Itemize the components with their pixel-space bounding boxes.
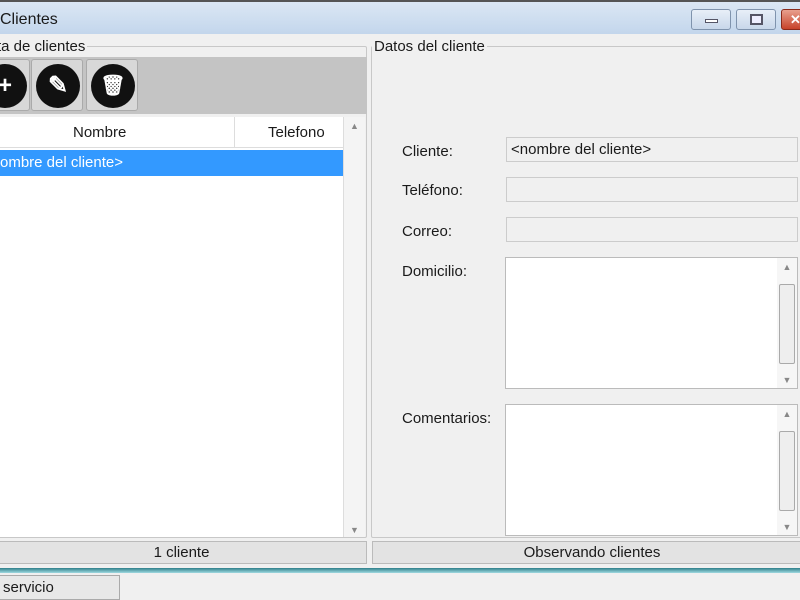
add-icon: + (0, 64, 27, 108)
maximize-button[interactable] (736, 9, 776, 30)
divider (0, 568, 800, 573)
minimize-icon (705, 19, 718, 23)
cliente-label: Cliente: (402, 143, 453, 160)
title-bar: Clientes ✕ (0, 0, 800, 34)
cell-nombre: ombre del cliente> (0, 154, 123, 171)
close-button[interactable]: ✕ (781, 9, 800, 30)
correo-field[interactable] (506, 217, 798, 242)
column-header-nombre[interactable]: Nombre (73, 124, 126, 141)
scroll-down-icon[interactable]: ▼ (344, 525, 365, 535)
edit-icon: ✎ (36, 64, 80, 108)
close-icon: ✕ (790, 12, 800, 27)
table-scrollbar[interactable]: ▲ ▼ (343, 117, 365, 537)
telefono-label: Teléfono: (402, 182, 463, 199)
maximize-icon (750, 14, 763, 25)
correo-label: Correo: (402, 223, 453, 240)
edit-button[interactable]: ✎ (31, 59, 83, 111)
column-header-telefono[interactable]: Telefono (268, 124, 325, 141)
scroll-up-icon[interactable]: ▲ (344, 121, 365, 131)
delete-button[interactable]: 🗑 (86, 59, 138, 111)
client-table: Nombre Telefono ombre del cliente> (0, 117, 343, 537)
table-header: Nombre Telefono (0, 117, 343, 148)
taskbar-item[interactable]: servicio (0, 575, 120, 600)
comentarios-label: Comentarios: (402, 410, 492, 427)
toolbar: + ✎ 🗑 (0, 57, 367, 114)
cliente-field[interactable]: <nombre del cliente> (506, 137, 798, 162)
minimize-button[interactable] (691, 9, 731, 30)
window-title: Clientes (0, 11, 58, 28)
client-details-legend: Datos del cliente (374, 38, 485, 55)
detail-status: Observando clientes (372, 541, 800, 564)
add-button[interactable]: + (0, 59, 30, 111)
comentarios-scrollbar[interactable]: ▲ ▼ (777, 405, 797, 535)
domicilio-textarea[interactable]: ▲ ▼ (505, 257, 798, 389)
table-row[interactable]: ombre del cliente> (0, 150, 343, 176)
list-status: 1 cliente (0, 541, 367, 564)
telefono-field[interactable] (506, 177, 798, 202)
domicilio-label: Domicilio: (402, 263, 468, 280)
client-list-legend: ta de clientes (0, 38, 86, 55)
comentarios-textarea[interactable]: ▲ ▼ (505, 404, 798, 536)
domicilio-scrollbar[interactable]: ▲ ▼ (777, 258, 797, 388)
delete-icon: 🗑 (91, 64, 135, 108)
